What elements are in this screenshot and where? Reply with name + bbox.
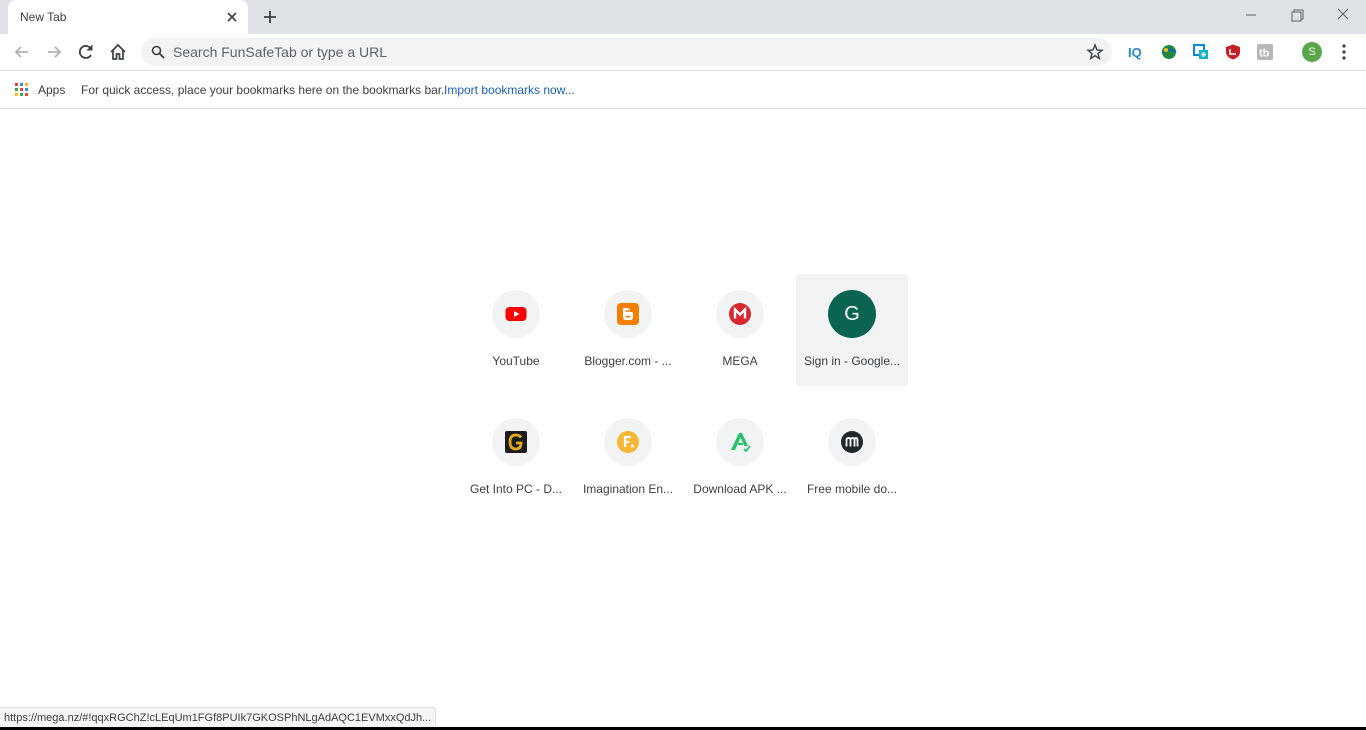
apk-icon — [731, 433, 751, 453]
mobile-download-icon — [841, 431, 863, 453]
shortcut-free-mobile[interactable]: Free mobile do... — [796, 402, 908, 514]
blogger-icon — [617, 303, 639, 325]
tb-extension-icon[interactable]: tb — [1256, 43, 1274, 61]
forward-arrow-icon[interactable] — [44, 42, 64, 62]
shortcut-imagination[interactable]: Imagination En... — [572, 402, 684, 514]
bookmarks-bar: Apps For quick access, place your bookma… — [0, 70, 1366, 109]
shortcut-icon-circle — [492, 418, 540, 466]
restore-icon[interactable] — [1286, 6, 1308, 26]
shortcut-icon-circle — [828, 418, 876, 466]
shortcut-icon-circle — [492, 290, 540, 338]
shortcut-google-sign-in[interactable]: G Sign in - Google... — [796, 274, 908, 386]
status-bar-url: https://mega.nz/#!qqxRGChZ!cLEqUm1FGf8PU… — [0, 707, 437, 728]
kebab-menu-icon[interactable] — [1338, 43, 1350, 61]
close-icon[interactable] — [224, 9, 240, 25]
svg-text:IQ: IQ — [1128, 45, 1142, 60]
shortcut-icon-circle — [604, 418, 652, 466]
bookmarks-hint-text: For quick access, place your bookmarks h… — [81, 83, 445, 97]
svg-text:tb: tb — [1259, 48, 1270, 60]
apps-label[interactable]: Apps — [38, 83, 65, 97]
home-icon[interactable] — [108, 42, 128, 62]
shortcut-title: Imagination En... — [582, 482, 674, 496]
shortcut-download-apk[interactable]: Download APK ... — [684, 402, 796, 514]
tab-new-tab[interactable]: New Tab — [8, 0, 248, 34]
back-arrow-icon[interactable] — [12, 42, 32, 62]
shortcut-title: Blogger.com - ... — [584, 354, 672, 368]
shortcut-get-into-pc[interactable]: Get Into PC - D... — [460, 402, 572, 514]
import-bookmarks-link[interactable]: Import bookmarks now... — [444, 83, 575, 97]
shortcut-title: Get Into PC - D... — [469, 482, 563, 496]
shortcut-title: Download APK ... — [693, 482, 787, 496]
shortcut-title: YouTube — [492, 354, 540, 368]
tab-strip: New Tab — [0, 0, 1366, 34]
address-input[interactable] — [173, 38, 1073, 66]
imagination-icon — [617, 431, 639, 453]
minimize-icon[interactable] — [1240, 6, 1262, 26]
shortcut-title: Sign in - Google... — [803, 354, 901, 368]
mega-icon — [729, 303, 751, 325]
screen-capture-extension-icon[interactable] — [1192, 43, 1210, 61]
iq-extension-icon[interactable]: IQ — [1127, 43, 1145, 61]
close-window-icon[interactable] — [1332, 6, 1354, 26]
shield-extension-icon[interactable] — [1224, 43, 1242, 61]
shortcut-blogger[interactable]: Blogger.com - ... — [572, 274, 684, 386]
new-tab-plus-icon[interactable] — [260, 7, 280, 27]
youtube-icon — [505, 307, 527, 321]
shortcut-youtube[interactable]: YouTube — [460, 274, 572, 386]
bookmark-star-icon[interactable] — [1086, 43, 1104, 61]
shortcut-icon-circle: G — [828, 290, 876, 338]
google-letter-icon: G — [828, 290, 876, 338]
omnibox[interactable] — [141, 38, 1112, 66]
getintopc-icon — [505, 431, 527, 453]
reload-icon[interactable] — [76, 42, 96, 62]
globe-extension-icon[interactable] — [1160, 43, 1178, 61]
profile-avatar[interactable]: S — [1302, 42, 1322, 62]
shortcut-title: Free mobile do... — [806, 482, 898, 496]
shortcut-icon-circle — [716, 290, 764, 338]
tab-title: New Tab — [20, 10, 67, 24]
shortcut-title: MEGA — [722, 354, 758, 368]
shortcut-icon-circle — [716, 418, 764, 466]
shortcut-icon-circle — [604, 290, 652, 338]
toolbar: IQ tb S — [0, 34, 1366, 70]
shortcut-mega[interactable]: MEGA — [684, 274, 796, 386]
apps-grid-icon[interactable] — [15, 83, 28, 96]
search-icon — [151, 45, 165, 59]
